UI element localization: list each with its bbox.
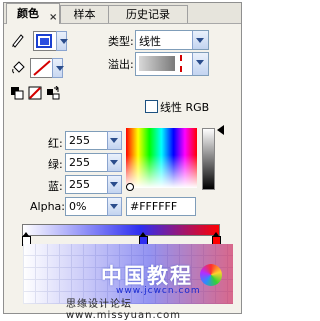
green-stepper[interactable] xyxy=(107,153,122,172)
alpha-value: 0% xyxy=(69,200,87,213)
green-field[interactable]: 255 xyxy=(65,153,108,172)
watermark-footer: 思缘设计论坛 www.missyuan.com xyxy=(66,299,181,321)
type-select[interactable]: 线性 xyxy=(135,30,209,50)
chevron-down-icon[interactable] xyxy=(192,53,208,75)
green-label: 绿: xyxy=(48,158,63,171)
blue-field[interactable]: 255 xyxy=(65,175,108,194)
no-color-icon[interactable] xyxy=(28,86,42,100)
red-field[interactable]: 255 xyxy=(65,131,108,150)
tab-swatches-label: 样本 xyxy=(73,8,96,21)
blue-label: 蓝: xyxy=(48,180,63,193)
type-label: 类型: xyxy=(108,35,134,48)
overflow-label: 溢出: xyxy=(108,58,134,71)
overflow-select[interactable] xyxy=(135,52,209,76)
overflow-dashed-marker xyxy=(180,55,182,72)
paint-bucket-icon[interactable] xyxy=(10,60,26,76)
chevron-down-icon[interactable] xyxy=(192,31,208,49)
fill-color-dropdown[interactable] xyxy=(52,58,64,78)
linear-rgb-label: 线性 RGB xyxy=(160,101,210,114)
red-label: 红: xyxy=(48,137,63,150)
red-stepper[interactable] xyxy=(107,131,122,150)
hex-value: #FFFFFF xyxy=(130,200,178,213)
spectrum-crosshair[interactable] xyxy=(126,183,134,191)
color-spectrum[interactable] xyxy=(126,128,197,188)
color-panel: 颜色 × 样本 历史记录 类型: 线性 溢出: 线性 RGB 红: 255 绿:… xyxy=(3,2,242,321)
blue-stepper[interactable] xyxy=(107,175,122,194)
pencil-icon[interactable] xyxy=(10,32,26,48)
brightness-pointer[interactable] xyxy=(217,125,224,135)
stroke-color-dropdown[interactable] xyxy=(56,31,68,51)
gradient-bar[interactable] xyxy=(22,224,220,236)
tab-color[interactable]: 颜色 × xyxy=(6,3,60,24)
fill-color-swatch[interactable] xyxy=(30,58,54,78)
alpha-label: Alpha: xyxy=(30,200,65,213)
brightness-slider[interactable] xyxy=(202,128,215,190)
alpha-stepper[interactable] xyxy=(107,197,122,216)
tab-swatches[interactable]: 样本 xyxy=(60,5,109,23)
close-icon[interactable]: × xyxy=(49,8,57,28)
type-value: 线性 xyxy=(139,35,161,48)
linear-rgb-checkbox[interactable] xyxy=(145,100,158,113)
alpha-field[interactable]: 0% xyxy=(65,197,108,216)
logo-flower-icon xyxy=(200,264,222,286)
tab-history[interactable]: 历史记录 xyxy=(108,5,188,23)
green-value: 255 xyxy=(69,156,90,169)
overflow-gradient-preview xyxy=(139,56,175,71)
tab-history-label: 历史记录 xyxy=(126,8,170,21)
stroke-color-swatch[interactable] xyxy=(33,31,57,51)
red-value: 255 xyxy=(69,134,90,147)
blue-value: 255 xyxy=(69,178,90,191)
hex-field[interactable]: #FFFFFF xyxy=(126,197,196,216)
black-white-icon[interactable] xyxy=(10,86,24,100)
tab-bar: 颜色 × 样本 历史记录 xyxy=(4,3,241,24)
swap-colors-icon[interactable] xyxy=(46,85,60,100)
tab-color-label: 颜色 xyxy=(17,7,39,20)
